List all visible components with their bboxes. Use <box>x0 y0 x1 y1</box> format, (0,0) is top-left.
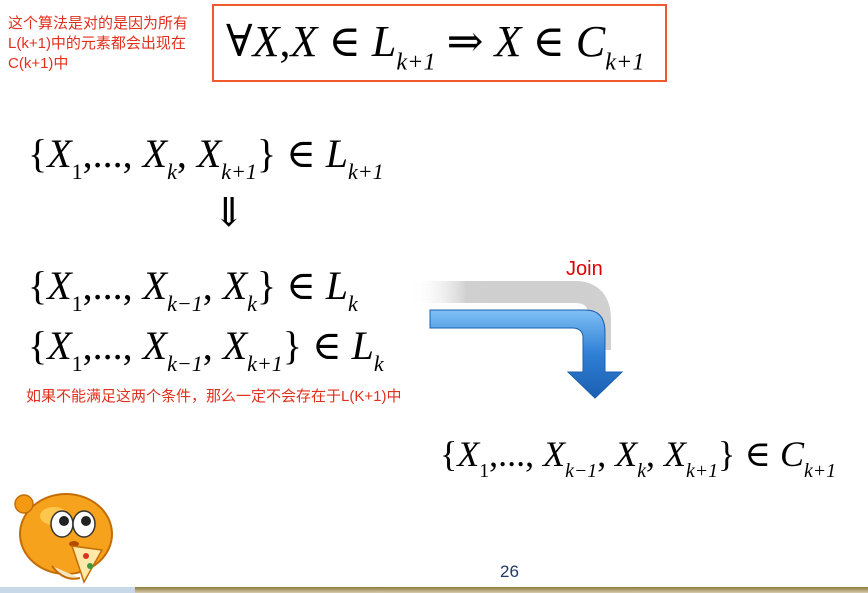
implies-down-arrow: ⇓ <box>212 190 246 235</box>
itemset-lk-formula-b: {X1,..., Xk−1, Xk+1} ∈ Lk <box>28 323 384 377</box>
join-label: Join <box>566 258 603 280</box>
top-annotation: 这个算法是对的是因为所有L(k+1)中的元素都会出现在C(k+1)中 <box>8 15 189 72</box>
itemset-lk1-formula: {X1,..., Xk, Xk+1} ∈ Lk+1 <box>28 131 384 185</box>
candidate-ck1-formula: {X1,..., Xk−1, Xk, Xk+1} ∈ Ck+1 <box>440 434 836 482</box>
main-formula-box: ∀X,X ∈ Lk+1 ⇒ X ∈ Ck+1 <box>212 4 667 82</box>
bottom-bar-left-segment <box>0 587 135 593</box>
page-number: 26 <box>500 562 519 581</box>
bent-down-arrow-icon <box>410 281 624 399</box>
main-formula: ∀X,X ∈ Lk+1 ⇒ X ∈ Ck+1 <box>226 17 645 76</box>
condition-annotation: 如果不能满足这两个条件，那么一定不会存在于L(K+1)中 <box>26 388 402 405</box>
mushroom-mascot-icon <box>14 493 113 584</box>
